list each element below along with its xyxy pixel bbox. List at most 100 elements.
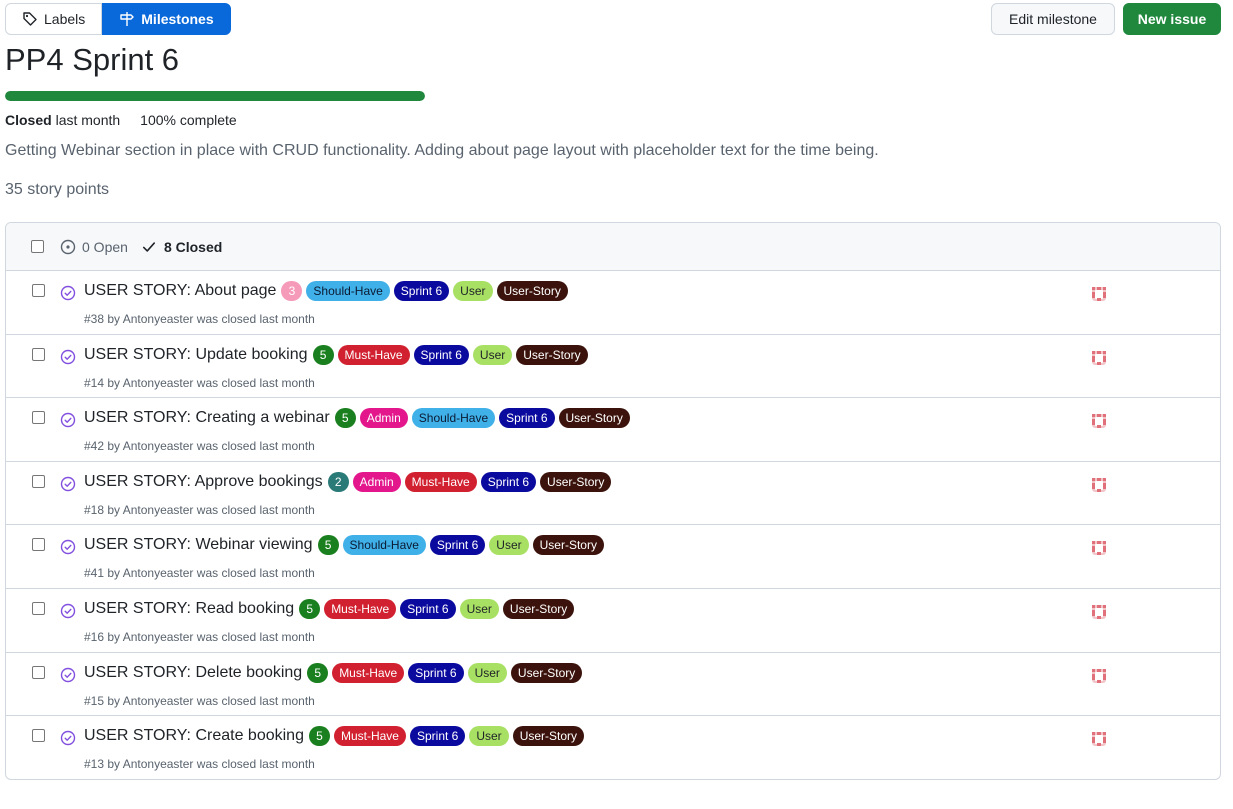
issue-title-link[interactable]: USER STORY: Approve bookings: [84, 473, 323, 491]
issue-checkbox[interactable]: [32, 601, 45, 615]
issue-number[interactable]: #42: [84, 439, 104, 453]
assignee-avatar[interactable]: [1089, 602, 1109, 622]
story-points-badge[interactable]: 3: [281, 281, 303, 301]
issue-meta: #13 by Antonyeaster was closed last mont…: [84, 757, 315, 771]
assignee-avatar[interactable]: [1089, 348, 1109, 368]
tab-milestones[interactable]: Milestones: [102, 3, 231, 35]
issue-label[interactable]: User: [469, 726, 509, 747]
issue-checkbox[interactable]: [32, 411, 45, 425]
issue-checkbox[interactable]: [32, 474, 45, 488]
story-points-badge[interactable]: 5: [307, 662, 329, 683]
issue-checkbox[interactable]: [32, 538, 45, 552]
assignee-avatar[interactable]: [1089, 284, 1109, 304]
issue-title-link[interactable]: USER STORY: Webinar viewing: [84, 536, 313, 554]
issue-row[interactable]: USER STORY: Update booking 5 Must-Have Sp…: [6, 335, 1220, 399]
milestone-status-time: last month: [55, 112, 121, 128]
issue-closed-icon: [60, 730, 76, 746]
issue-author-link[interactable]: Antonyeaster: [123, 757, 194, 771]
issue-label[interactable]: User: [459, 598, 499, 619]
issue-title-link[interactable]: USER STORY: Creating a webinar: [84, 409, 330, 427]
story-points-badge[interactable]: 5: [299, 598, 321, 619]
story-points-badge[interactable]: 5: [312, 344, 334, 365]
issue-label[interactable]: Must-Have: [324, 598, 397, 619]
issue-label[interactable]: Must-Have: [333, 726, 406, 747]
by-text: by: [104, 757, 123, 772]
issue-title-link[interactable]: USER STORY: About page: [84, 282, 276, 300]
issue-number[interactable]: #13: [84, 757, 104, 771]
issue-author-link[interactable]: Antonyeaster: [123, 312, 194, 326]
issue-label[interactable]: Should-Have: [411, 408, 496, 429]
issue-label[interactable]: Sprint 6: [409, 726, 466, 747]
issue-author-link[interactable]: Antonyeaster: [123, 566, 194, 580]
issue-label[interactable]: User-Story: [516, 344, 588, 365]
edit-milestone-button[interactable]: Edit milestone: [991, 3, 1115, 35]
issue-checkbox[interactable]: [32, 347, 45, 361]
issue-title-link[interactable]: USER STORY: Create booking: [84, 727, 304, 745]
issue-label[interactable]: Must-Have: [404, 471, 477, 492]
issue-label[interactable]: Must-Have: [332, 662, 405, 683]
assignee-avatar[interactable]: [1089, 411, 1109, 431]
issue-label[interactable]: User-Story: [532, 535, 604, 556]
issue-row[interactable]: USER STORY: About page 3 Should-Have Spri…: [6, 271, 1220, 335]
issue-number[interactable]: #38: [84, 312, 104, 326]
issue-label[interactable]: Should-Have: [342, 535, 426, 556]
issue-label[interactable]: Sprint 6: [499, 408, 555, 429]
issue-label[interactable]: Must-Have: [337, 344, 410, 365]
issue-number[interactable]: #14: [84, 376, 104, 390]
issue-label[interactable]: User: [467, 662, 507, 683]
issue-number[interactable]: #15: [84, 694, 104, 708]
issue-row[interactable]: USER STORY: Approve bookings 2 Admin Must…: [6, 462, 1220, 526]
issue-number[interactable]: #18: [84, 503, 104, 517]
issue-label[interactable]: User: [489, 535, 529, 556]
issue-label[interactable]: User-Story: [558, 408, 630, 429]
select-all-checkbox[interactable]: [31, 240, 44, 253]
story-points-badge[interactable]: 5: [334, 408, 356, 429]
issue-author-link[interactable]: Antonyeaster: [123, 376, 194, 390]
story-points-badge[interactable]: 5: [317, 535, 339, 556]
issue-checkbox[interactable]: [32, 284, 45, 297]
assignee-avatar[interactable]: [1089, 475, 1109, 495]
issue-author-link[interactable]: Antonyeaster: [123, 439, 194, 453]
assignee-avatar[interactable]: [1089, 729, 1109, 749]
issue-label[interactable]: Sprint 6: [413, 344, 469, 365]
closed-issues-filter[interactable]: 8 Closed: [142, 239, 222, 255]
issue-label[interactable]: User-Story: [510, 662, 583, 683]
issue-author-link[interactable]: Antonyeaster: [123, 630, 194, 644]
issue-row[interactable]: USER STORY: Creating a webinar 5 Admin Sh…: [6, 398, 1220, 462]
issue-row[interactable]: USER STORY: Webinar viewing 5 Should-Hav…: [6, 525, 1220, 589]
issue-row[interactable]: USER STORY: Delete booking 5 Must-Have Sp…: [6, 653, 1220, 717]
issue-label[interactable]: Sprint 6: [400, 598, 456, 619]
issue-title-link[interactable]: USER STORY: Read booking: [84, 600, 294, 618]
issue-author-link[interactable]: Antonyeaster: [123, 503, 194, 517]
issue-title-link[interactable]: USER STORY: Update booking: [84, 346, 308, 364]
issue-label[interactable]: User: [453, 281, 493, 301]
issue-number[interactable]: #41: [84, 566, 104, 580]
issue-label[interactable]: Sprint 6: [393, 281, 450, 301]
issue-label[interactable]: Admin: [352, 471, 401, 492]
assignee-avatar[interactable]: [1089, 538, 1109, 558]
issue-label[interactable]: User: [472, 344, 513, 365]
issue-checkbox[interactable]: [32, 729, 45, 743]
open-issues-filter[interactable]: 0 Open: [60, 239, 128, 255]
story-points-badge[interactable]: 2: [327, 471, 349, 492]
tab-labels[interactable]: Labels: [5, 3, 103, 35]
issue-label[interactable]: User-Story: [496, 281, 568, 301]
issue-number[interactable]: #16: [84, 630, 104, 644]
assignee-avatar[interactable]: [1089, 666, 1109, 686]
issue-label[interactable]: Sprint 6: [408, 662, 464, 683]
issue-label[interactable]: User-Story: [502, 598, 575, 619]
issue-row[interactable]: USER STORY: Create booking 5 Must-Have Sp…: [6, 716, 1220, 779]
issue-label[interactable]: User-Story: [540, 471, 612, 492]
issue-label[interactable]: User-Story: [512, 726, 585, 747]
issue-title-link[interactable]: USER STORY: Delete booking: [84, 664, 302, 682]
issue-label[interactable]: Sprint 6: [480, 471, 537, 492]
issue-label[interactable]: Sprint 6: [429, 535, 486, 556]
new-issue-button[interactable]: New issue: [1123, 3, 1221, 35]
issue-checkbox[interactable]: [32, 665, 45, 679]
story-points-badge[interactable]: 5: [308, 726, 330, 747]
issue-closed-text: was closed last month: [196, 566, 315, 581]
issue-label[interactable]: Should-Have: [306, 281, 390, 301]
issue-row[interactable]: USER STORY: Read booking 5 Must-Have Spri…: [6, 589, 1220, 653]
issue-author-link[interactable]: Antonyeaster: [123, 694, 194, 708]
issue-label[interactable]: Admin: [359, 408, 408, 429]
